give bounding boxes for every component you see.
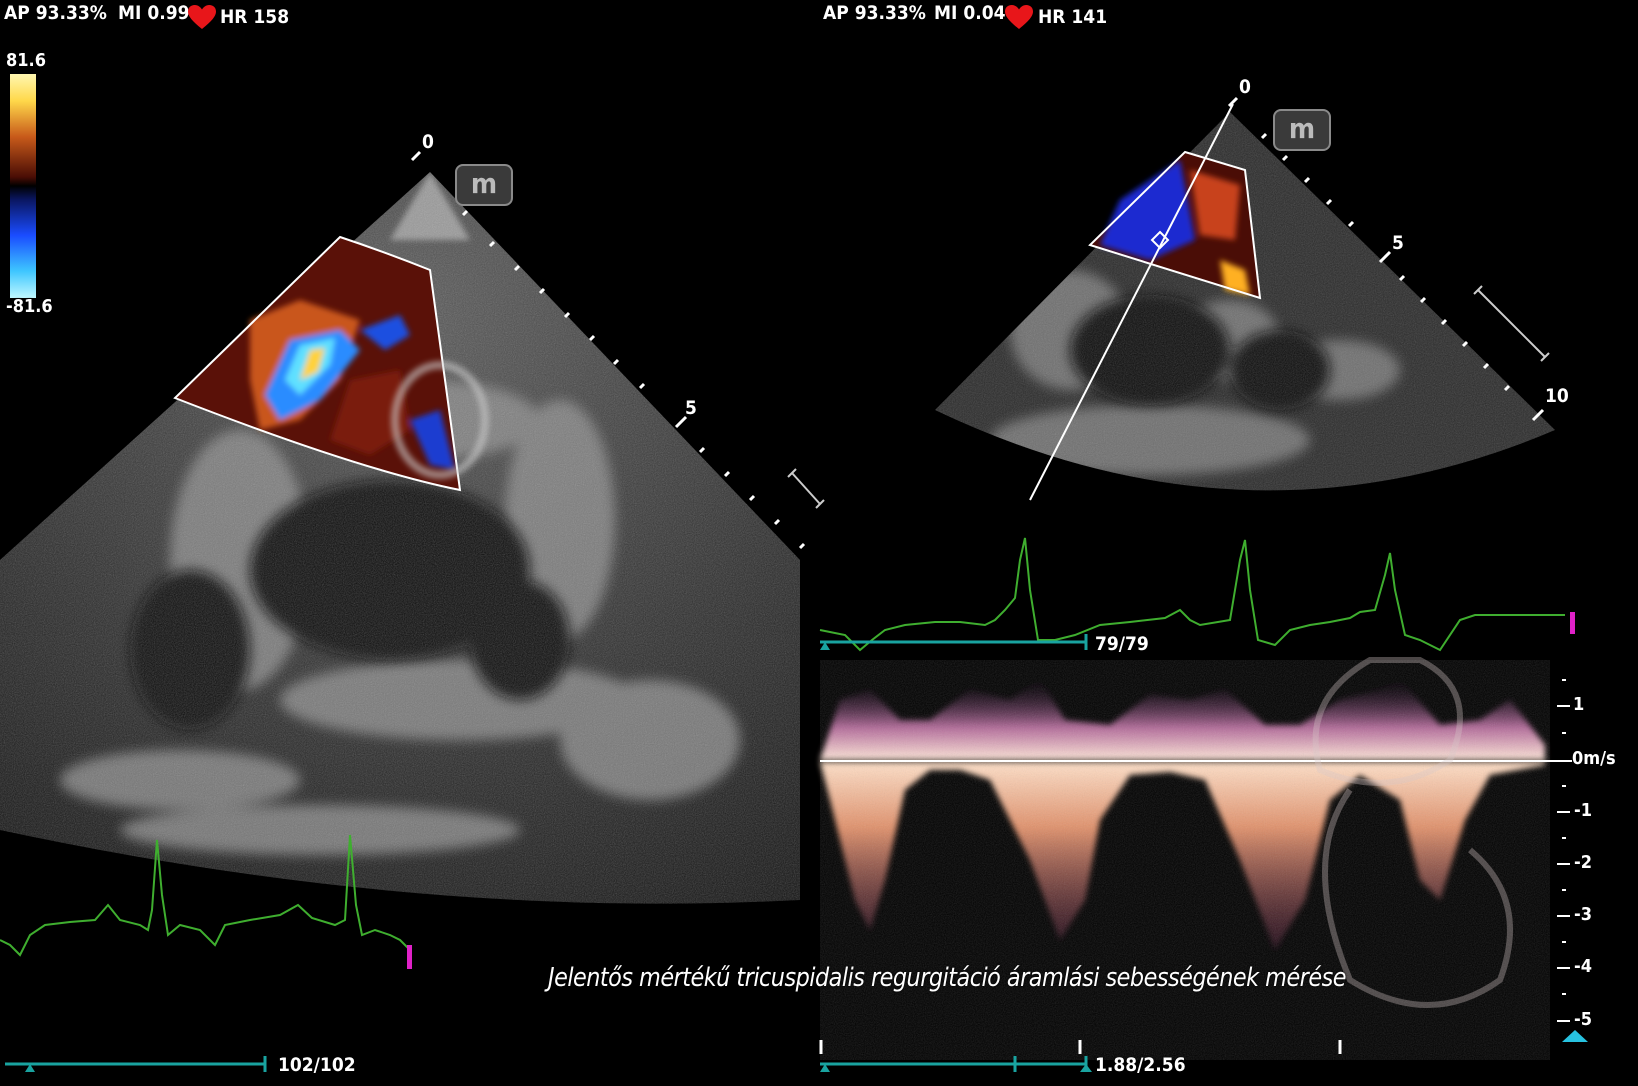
left-depth-5: 5 — [685, 397, 697, 419]
left-mi-label: MI 0.99 — [118, 2, 190, 24]
left-timeline-slider — [5, 1056, 267, 1072]
doppler-tick-0: 0m/s — [1572, 748, 1616, 769]
color-scale-bar — [10, 74, 36, 298]
heart-icon — [1005, 5, 1033, 29]
doppler-tick-minus4: -4 — [1574, 956, 1592, 977]
right-hr-label: HR 141 — [1038, 6, 1108, 28]
right-depth-5: 5 — [1392, 232, 1404, 254]
left-ecg-marker — [407, 945, 412, 969]
caption: Jelentős mértékű tricuspidalis regurgitá… — [548, 963, 1347, 993]
right-ecg-marker — [1570, 612, 1575, 634]
right-depth-10: 10 — [1545, 385, 1569, 407]
right-ap-label: AP 93.33% — [823, 2, 926, 24]
doppler-tick-minus2: -2 — [1574, 852, 1592, 873]
baseline-marker — [1562, 1030, 1588, 1042]
left-m-logo: m — [455, 164, 513, 206]
left-depth-0: 0 — [422, 131, 434, 153]
doppler-tick-minus5: -5 — [1574, 1009, 1592, 1030]
right-time-counter: 1.88/2.56 — [1095, 1054, 1186, 1076]
left-ap-label: AP 93.33% — [4, 2, 107, 24]
right-timeline-slider-top — [820, 634, 1088, 650]
color-scale-max: 81.6 — [6, 50, 46, 71]
right-scale-bracket — [1473, 285, 1550, 362]
ultrasound-scene — [0, 74, 1588, 1072]
right-m-logo: m — [1273, 109, 1331, 151]
left-scale-bracket — [787, 468, 825, 509]
doppler-axis-ticks — [1557, 679, 1570, 1022]
right-mi-label: MI 0.04 — [934, 2, 1006, 24]
doppler-tick-minus3: -3 — [1574, 904, 1592, 925]
right-ecg-trace — [819, 537, 1565, 652]
right-depth-0: 0 — [1239, 76, 1251, 98]
right-frame-counter: 79/79 — [1095, 633, 1149, 655]
heart-icon — [188, 5, 216, 29]
left-hr-label: HR 158 — [220, 6, 290, 28]
doppler-tick-1: 1 — [1573, 694, 1585, 715]
color-scale-min: -81.6 — [6, 296, 53, 317]
doppler-tick-minus1: -1 — [1574, 800, 1592, 821]
left-frame-counter: 102/102 — [278, 1054, 356, 1076]
